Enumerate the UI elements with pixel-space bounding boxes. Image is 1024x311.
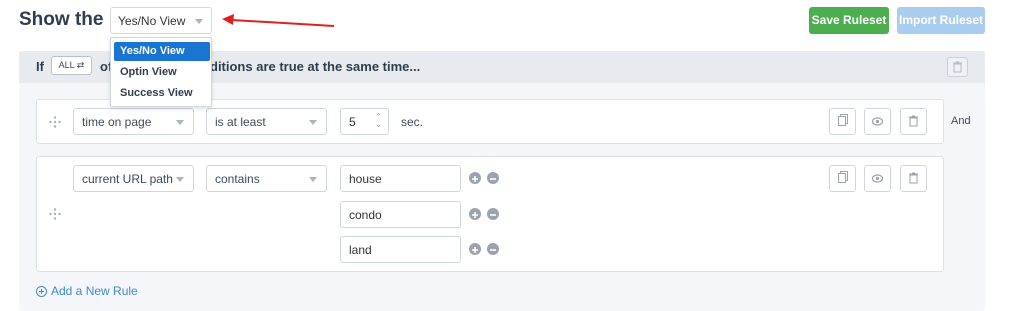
copy-icon	[838, 114, 848, 126]
duplicate-button[interactable]	[829, 165, 856, 192]
view-select[interactable]: Yes/No View	[110, 7, 212, 34]
drag-handle-icon[interactable]	[49, 116, 61, 128]
number-value: 5	[349, 115, 356, 129]
operator-select[interactable]: contains	[206, 165, 327, 192]
plus-circle-icon	[36, 286, 47, 297]
preview-button[interactable]	[864, 165, 891, 192]
red-arrow-annotation	[222, 14, 335, 27]
number-input[interactable]: 5 ⌃ ⌄	[340, 108, 389, 135]
trash-icon	[909, 115, 918, 127]
import-ruleset-button[interactable]: Import Ruleset	[897, 7, 985, 34]
all-any-toggle[interactable]: ALL ⇄	[51, 56, 92, 75]
add-new-rule-label: Add a New Rule	[51, 284, 138, 298]
url-value-input[interactable]: house	[340, 165, 461, 192]
remove-value-icon[interactable]	[487, 208, 499, 220]
trash-icon	[909, 172, 918, 184]
drag-handle-icon[interactable]	[49, 208, 61, 220]
url-value: land	[349, 243, 372, 257]
eye-icon	[871, 174, 884, 183]
operator-value: is at least	[215, 115, 266, 129]
delete-rule-button[interactable]	[900, 165, 927, 192]
eye-icon	[871, 117, 884, 126]
add-value-icon[interactable]	[469, 172, 481, 184]
header-text-right: ditions are true at the same time...	[210, 59, 421, 74]
remove-value-icon[interactable]	[487, 243, 499, 255]
add-value-icon[interactable]	[469, 243, 481, 255]
condition-value: time on page	[82, 115, 152, 129]
delete-rule-button[interactable]	[900, 108, 927, 135]
add-value-icon[interactable]	[469, 208, 481, 220]
add-new-rule-link[interactable]: Add a New Rule	[36, 284, 138, 298]
url-value: house	[349, 172, 382, 186]
chevron-down-icon	[176, 120, 184, 125]
chevron-down-icon	[309, 120, 317, 125]
chevron-down-icon	[195, 19, 203, 24]
trash-icon[interactable]	[947, 57, 968, 77]
duplicate-button[interactable]	[829, 108, 856, 135]
spinner-arrows-icon[interactable]: ⌃ ⌄	[375, 113, 382, 129]
condition-select[interactable]: time on page	[73, 108, 194, 135]
chevron-down-icon	[176, 177, 184, 182]
view-select-value: Yes/No View	[118, 14, 186, 28]
chevron-down-icon	[309, 177, 317, 182]
remove-value-icon[interactable]	[487, 172, 499, 184]
url-value-input[interactable]: land	[340, 236, 461, 263]
save-ruleset-button[interactable]: Save Ruleset	[809, 7, 889, 34]
menu-item-success-view[interactable]: Success View	[114, 84, 210, 103]
preview-button[interactable]	[864, 108, 891, 135]
and-connector: And	[951, 115, 971, 127]
menu-item-optin-view[interactable]: Optin View	[114, 63, 210, 82]
unit-label: sec.	[401, 115, 424, 129]
operator-value: contains	[215, 172, 260, 186]
show-the-label: Show the	[19, 9, 104, 30]
condition-select[interactable]: current URL path	[73, 165, 194, 192]
view-dropdown-menu: Yes/No View Optin View Success View	[110, 37, 212, 107]
condition-value: current URL path	[82, 172, 173, 186]
operator-select[interactable]: is at least	[206, 108, 327, 135]
url-value: condo	[349, 208, 382, 222]
url-value-input[interactable]: condo	[340, 201, 461, 228]
menu-item-yes-no-view[interactable]: Yes/No View	[114, 42, 210, 61]
if-label: If	[36, 59, 44, 74]
copy-icon	[838, 171, 848, 183]
